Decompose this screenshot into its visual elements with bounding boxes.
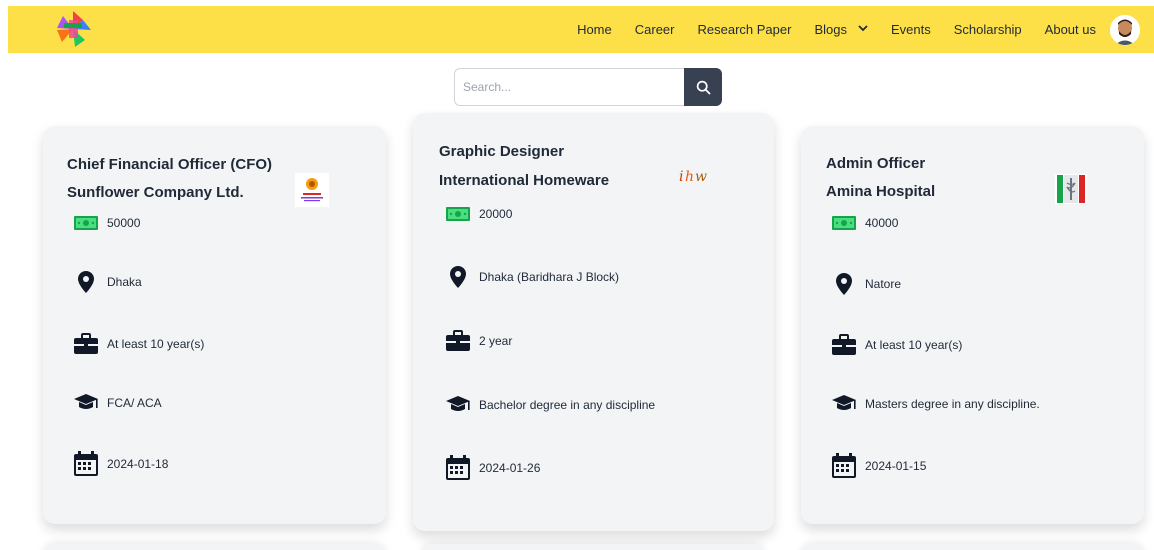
svg-text:i: i — [679, 169, 683, 185]
location-row: Dhaka — [73, 271, 142, 293]
avatar[interactable] — [1110, 14, 1140, 45]
nav-events[interactable]: Events — [891, 22, 931, 37]
experience-value: At least 10 year(s) — [107, 337, 205, 351]
education-row: Masters degree in any discipline. — [831, 394, 1040, 414]
graduation-cap-icon — [831, 394, 857, 414]
nav-scholarship[interactable]: Scholarship — [954, 22, 1022, 37]
salary-row: 40000 — [831, 216, 898, 230]
job-title: Admin Officer — [826, 155, 926, 172]
job-card-partial[interactable] — [43, 544, 386, 550]
deadline-row: 2024-01-15 — [831, 453, 926, 479]
nav-links: Home Career Research Paper Blogs Events … — [554, 6, 1140, 53]
site-logo[interactable] — [50, 6, 96, 52]
job-card-partial[interactable] — [421, 544, 764, 550]
calendar-icon — [73, 451, 99, 477]
education-row: Bachelor degree in any discipline — [445, 395, 655, 415]
nav-career[interactable]: Career — [635, 22, 675, 37]
location-value: Natore — [865, 277, 902, 291]
education-row: FCA/ ACA — [73, 393, 162, 413]
salary-value: 50000 — [107, 216, 141, 230]
salary-row: 20000 — [445, 207, 512, 221]
job-card-admin-officer[interactable]: Admin Officer Amina Hospital 40000 Nator… — [801, 126, 1144, 524]
location-row: Natore — [831, 273, 901, 295]
map-pin-icon — [831, 273, 857, 295]
briefcase-icon — [445, 330, 471, 352]
search-input[interactable] — [454, 68, 684, 106]
money-icon — [445, 207, 471, 221]
location-row: Dhaka (Baridhara J Block) — [445, 266, 619, 288]
experience-value: 2 year — [479, 334, 513, 348]
salary-row: 50000 — [73, 216, 140, 230]
search-bar — [454, 68, 722, 106]
deadline-row: 2024-01-18 — [73, 451, 168, 477]
deadline-value: 2024-01-15 — [865, 459, 927, 473]
nav-about-us[interactable]: About us — [1045, 22, 1096, 37]
company-name: Sunflower Company Ltd. — [67, 184, 244, 201]
education-value: FCA/ ACA — [107, 396, 162, 410]
money-icon — [73, 216, 99, 230]
job-title: Chief Financial Officer (CFO) — [67, 156, 273, 173]
deadline-value: 2024-01-18 — [107, 457, 169, 471]
company-logo — [295, 173, 329, 207]
experience-row: At least 10 year(s) — [73, 333, 204, 355]
salary-value: 40000 — [865, 216, 899, 230]
map-pin-icon — [445, 266, 471, 288]
graduation-cap-icon — [445, 395, 471, 415]
calendar-icon — [445, 455, 471, 481]
graduation-cap-icon — [73, 393, 99, 413]
experience-row: 2 year — [445, 330, 512, 352]
briefcase-icon — [73, 333, 99, 355]
company-name: International Homeware — [439, 172, 610, 189]
education-value: Bachelor degree in any discipline — [479, 398, 656, 412]
education-value: Masters degree in any discipline. — [865, 397, 1040, 411]
experience-row: At least 10 year(s) — [831, 334, 962, 356]
location-value: Dhaka (Baridhara J Block) — [479, 270, 620, 284]
briefcase-icon — [831, 334, 857, 356]
salary-value: 20000 — [479, 207, 513, 221]
location-value: Dhaka — [107, 275, 142, 289]
job-card-partial[interactable] — [801, 544, 1144, 550]
search-button[interactable] — [684, 68, 722, 106]
chevron-down-icon[interactable] — [858, 24, 868, 35]
job-card-cfo[interactable]: Chief Financial Officer (CFO) Sunflower … — [43, 126, 386, 524]
search-icon — [696, 80, 710, 94]
company-logo: i h w — [679, 169, 707, 185]
money-icon — [831, 216, 857, 230]
job-card-graphic-designer[interactable]: Graphic Designer International Homeware … — [413, 113, 774, 531]
deadline-value: 2024-01-26 — [479, 461, 541, 475]
company-name: Amina Hospital — [826, 183, 936, 200]
svg-text:w: w — [695, 169, 707, 185]
job-title: Graphic Designer — [439, 143, 565, 160]
map-pin-icon — [73, 271, 99, 293]
nav-blogs-label: Blogs — [814, 22, 847, 37]
experience-value: At least 10 year(s) — [865, 338, 963, 352]
nav-research-paper[interactable]: Research Paper — [698, 22, 792, 37]
calendar-icon — [831, 453, 857, 479]
svg-text:h: h — [685, 169, 694, 185]
company-logo — [1055, 174, 1087, 204]
nav-blogs[interactable]: Blogs — [814, 22, 868, 37]
deadline-row: 2024-01-26 — [445, 455, 540, 481]
navbar: Home Career Research Paper Blogs Events … — [8, 6, 1154, 53]
nav-home[interactable]: Home — [577, 22, 612, 37]
